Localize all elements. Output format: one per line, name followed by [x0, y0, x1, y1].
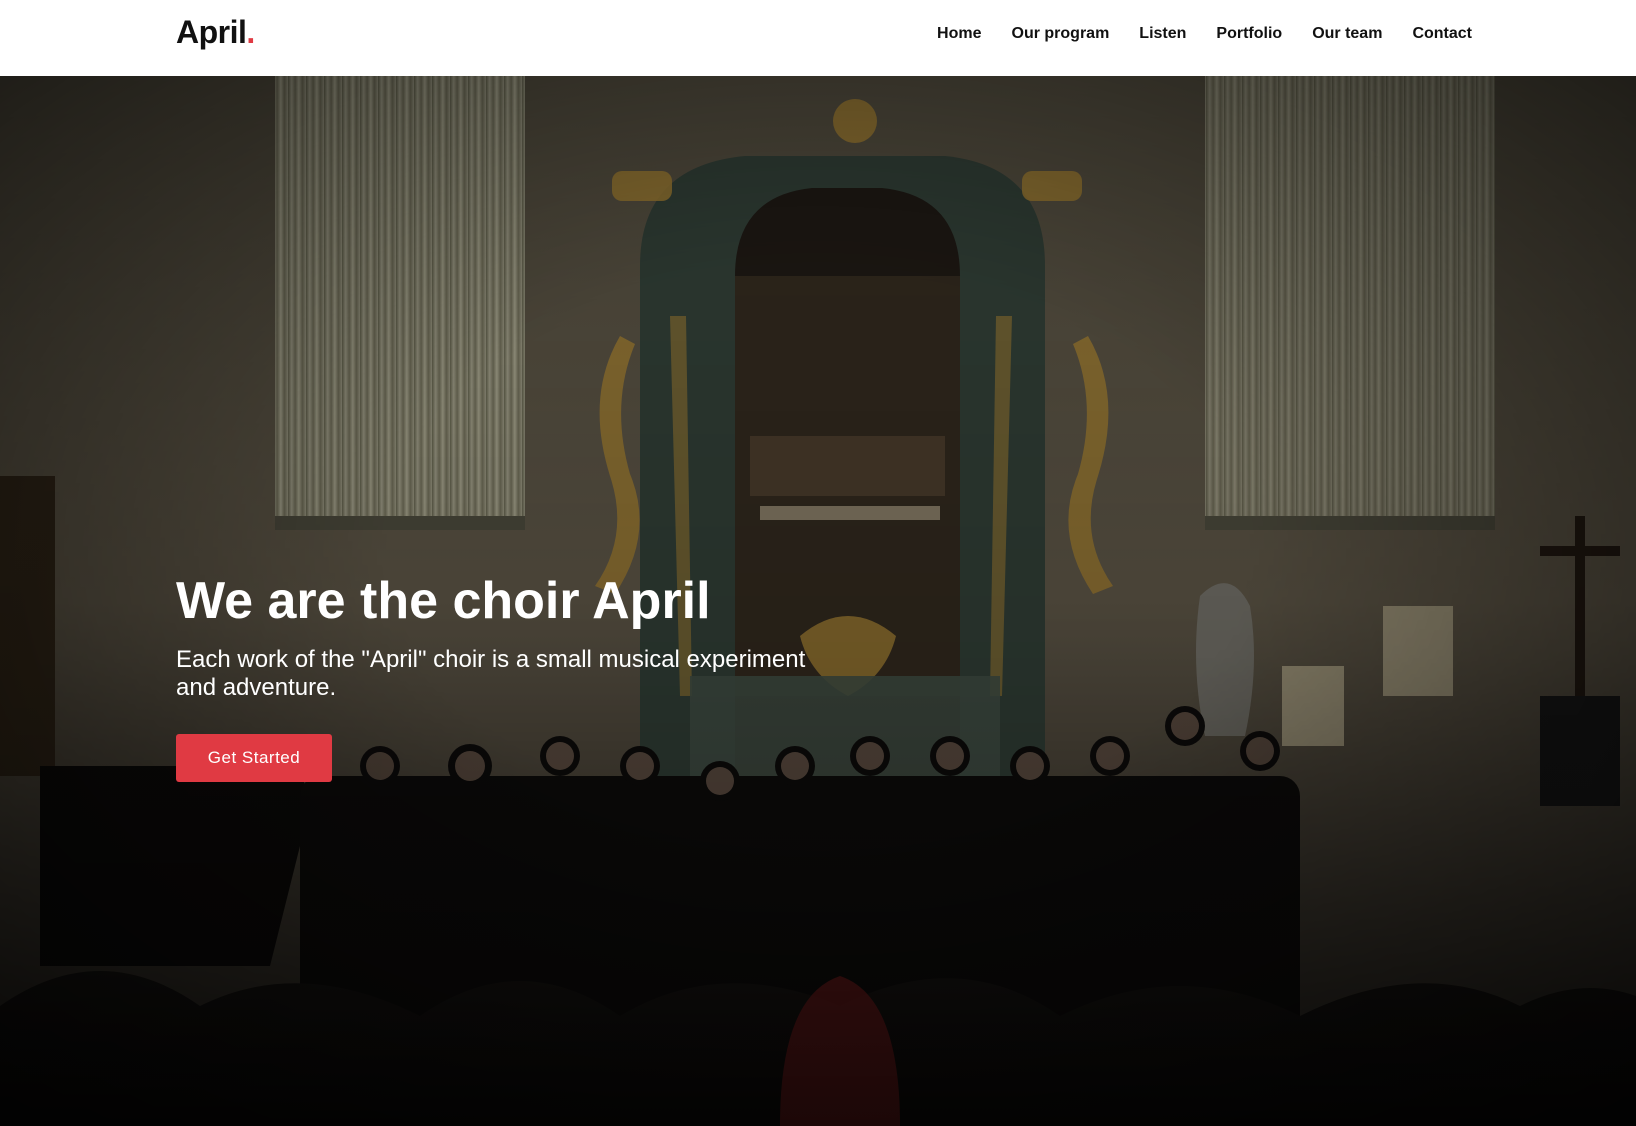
nav-our-program[interactable]: Our program	[1012, 24, 1110, 44]
hero-subtitle: Each work of the "April" choir is a smal…	[176, 646, 806, 701]
nav-portfolio[interactable]: Portfolio	[1216, 24, 1282, 44]
brand-logo[interactable]: April.	[176, 14, 255, 51]
brand-name: April	[176, 14, 247, 50]
nav-contact[interactable]: Contact	[1412, 24, 1472, 44]
get-started-button[interactable]: Get Started	[176, 734, 332, 782]
nav-listen[interactable]: Listen	[1139, 24, 1186, 44]
brand-dot: .	[246, 14, 255, 50]
nav-home[interactable]: Home	[937, 24, 981, 44]
hero-title: We are the choir April	[176, 572, 711, 630]
landing-page: April. Home Our program Listen Portfolio…	[0, 0, 1636, 1126]
hero-content: We are the choir April Each work of the …	[176, 570, 836, 782]
site-header: April. Home Our program Listen Portfolio…	[0, 0, 1636, 76]
nav-our-team[interactable]: Our team	[1312, 24, 1382, 44]
hero-section: We are the choir April Each work of the …	[0, 76, 1636, 1126]
main-nav: Home Our program Listen Portfolio Our te…	[907, 24, 1472, 44]
